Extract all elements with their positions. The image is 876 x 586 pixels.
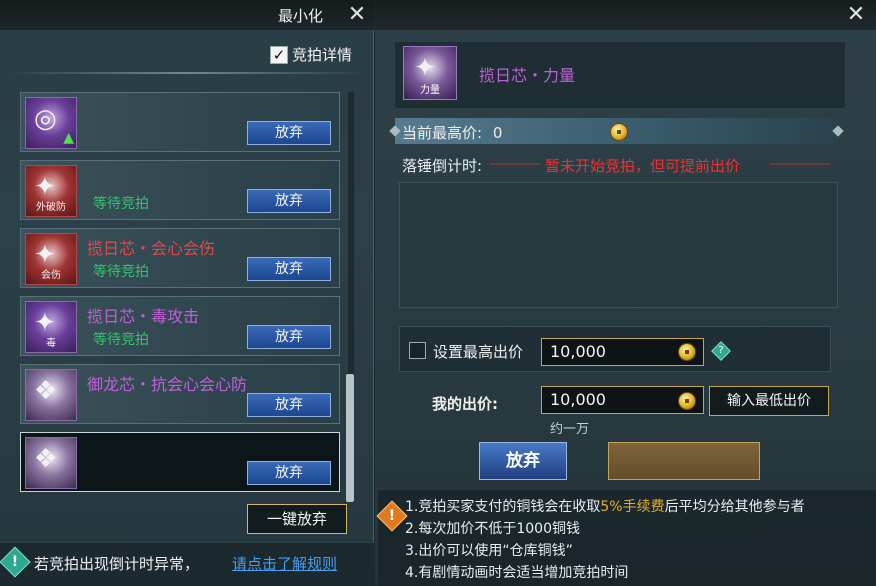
item-name: 御龙芯・抗会心会心防: [87, 375, 248, 394]
rule-line-4: 4.有剧情动画时会适当增加竞拍时间: [405, 565, 629, 581]
max-bid-label: 设置最高出价: [433, 343, 524, 361]
rule-line-1: 1.竞拍买家支付的铜钱会在收取5%手续费后平均分给其他参与者: [405, 496, 805, 516]
divider: [490, 163, 540, 165]
give-up-button[interactable]: 放弃: [479, 442, 567, 480]
countdown-label: 落锤倒计时:: [402, 157, 483, 175]
copper-coin-icon: [678, 343, 696, 361]
auction-detail-toggle[interactable]: ✓ 竞拍详情: [270, 44, 352, 65]
divider: [8, 72, 364, 74]
left-titlebar: 最小化 ✕: [0, 0, 374, 30]
item-status: 等待竞拍: [93, 196, 149, 212]
chip-icon: ❖: [34, 444, 58, 474]
detail-item-thumbnail: ✦ 力量: [403, 46, 457, 100]
item-thumbnail: ❖: [25, 369, 77, 421]
pendant-icon: ◎: [34, 104, 57, 134]
item-status: 等待竞拍: [93, 264, 149, 280]
chip-icon: ✦: [414, 53, 436, 83]
abandon-button[interactable]: 放弃: [247, 461, 331, 485]
approx-amount: 约一万: [550, 422, 590, 437]
item-status: 等待竞拍: [93, 332, 149, 348]
item-thumbnail: ✦ 毒: [25, 301, 77, 353]
list-item[interactable]: ◎ ▲ 放弃: [20, 92, 340, 152]
item-name: 揽日芯・会心会伤: [87, 239, 216, 258]
bid-button[interactable]: [608, 442, 760, 480]
item-thumbnail: ✦ 外破防: [25, 165, 77, 217]
rule-line-1-b: 后平均分给其他参与者: [664, 499, 805, 515]
rule-line-2: 2.每次加价不低于1000铜钱: [405, 521, 580, 537]
item-name: 揽日芯・毒攻击: [87, 307, 200, 326]
abandon-button[interactable]: 放弃: [247, 257, 331, 281]
info-icon: !: [0, 546, 31, 578]
max-bid-checkbox[interactable]: [409, 342, 426, 359]
copper-coin-icon: [610, 123, 628, 141]
current-price-value: 0: [492, 124, 503, 142]
bid-log-area: [399, 182, 838, 308]
close-icon[interactable]: ✕: [346, 4, 368, 26]
divider: [770, 163, 830, 165]
countdown-status: 暂未开始竞拍，但可提前出价: [545, 157, 741, 175]
close-icon[interactable]: ✕: [845, 4, 867, 26]
scrollbar-thumb[interactable]: [346, 374, 354, 502]
faded-footer-row: [30, 508, 220, 530]
item-thumbnail: ✦ 会伤: [25, 233, 77, 285]
auction-detail-label: 竞拍详情: [292, 46, 353, 64]
item-thumbnail: ◎ ▲: [25, 97, 77, 149]
thumb-label: 力量: [420, 85, 440, 96]
copper-coin-icon: [678, 392, 696, 410]
abandon-button[interactable]: 放弃: [247, 121, 331, 145]
detail-item-name: 揽日芯・力量: [479, 66, 576, 85]
abandon-button[interactable]: 放弃: [247, 189, 331, 213]
fee-highlight: 5%手续费: [600, 499, 665, 515]
footer-text: 若竞拍出现倒计时异常，: [34, 555, 200, 573]
left-footer: ! 若竞拍出现倒计时异常， 请点击了解规则: [0, 542, 374, 586]
current-price-label-text: 当前最高价:: [402, 124, 483, 142]
minimize-button[interactable]: 最小化: [278, 5, 323, 26]
my-bid-label: 我的出价:: [432, 395, 498, 413]
rule-line-1-a: 1.竞拍买家支付的铜钱会在收取: [405, 499, 601, 515]
abandon-all-button[interactable]: 一键放弃: [247, 504, 347, 534]
list-item[interactable]: ✦ 外破防 等待竞拍 放弃: [20, 160, 340, 220]
current-price-label: 当前最高价: 0: [402, 122, 502, 143]
auction-detail-checkbox[interactable]: ✓: [270, 45, 288, 64]
abandon-button[interactable]: 放弃: [247, 393, 331, 417]
item-header: [395, 42, 845, 108]
arrow-up-icon: ▲: [63, 130, 74, 146]
chip-icon: ❖: [34, 376, 58, 406]
item-thumbnail: ❖: [25, 437, 77, 489]
list-item[interactable]: ✦ 毒 揽日芯・毒攻击 等待竞拍 放弃: [20, 296, 340, 356]
right-titlebar: ✕: [375, 0, 876, 30]
chip-icon: ✦: [34, 308, 56, 338]
rule-line-3: 3.出价可以使用“仓库铜钱”: [405, 543, 573, 559]
input-min-bid-button[interactable]: 输入最低出价: [709, 386, 829, 416]
list-item-selected[interactable]: ❖ 放弃: [20, 432, 340, 492]
rules-link[interactable]: 请点击了解规则: [232, 553, 337, 574]
abandon-button[interactable]: 放弃: [247, 325, 331, 349]
list-item[interactable]: ❖ 御龙芯・抗会心会心防 放弃: [20, 364, 340, 424]
list-item[interactable]: ✦ 会伤 揽日芯・会心会伤 等待竞拍 放弃: [20, 228, 340, 288]
auction-list-panel: 最小化 ✕ ✓ 竞拍详情 ◎ ▲ 放弃 ✦ 外破防 等待竞拍 放弃 ✦ 会伤 揽…: [0, 0, 374, 586]
chip-icon: ✦: [34, 240, 56, 270]
chip-icon: ✦: [34, 172, 56, 202]
